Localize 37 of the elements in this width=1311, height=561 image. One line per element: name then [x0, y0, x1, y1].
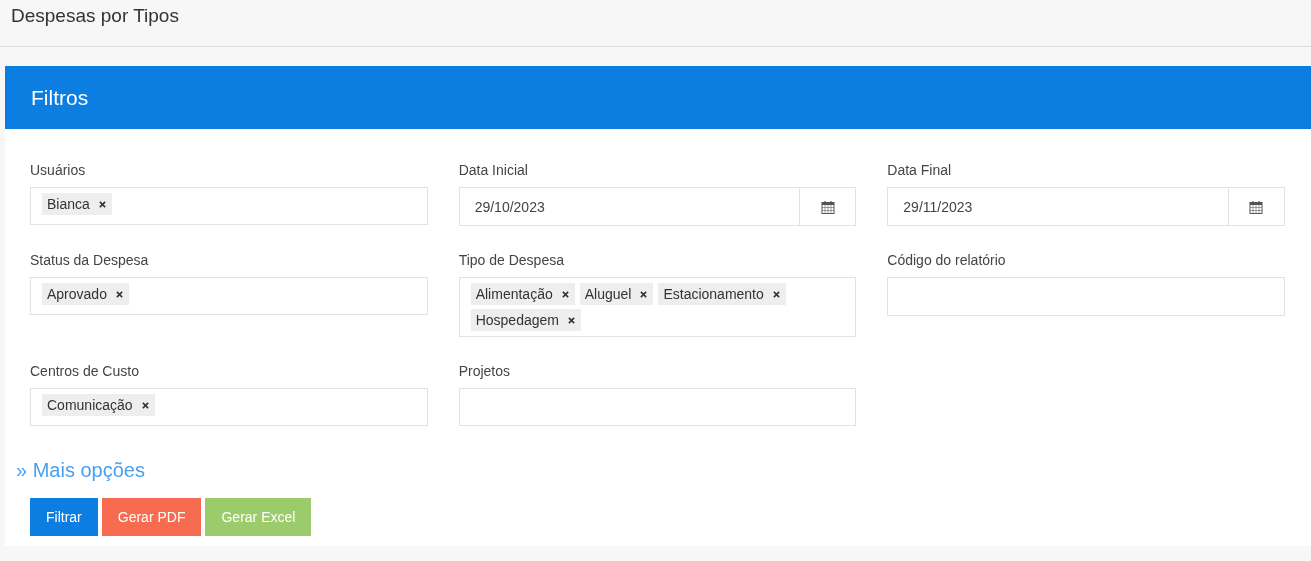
field-label: Data Inicial: [458, 162, 529, 178]
remove-icon[interactable]: [98, 200, 106, 208]
multi-select-field[interactable]: [458, 388, 857, 426]
calendar-icon: [1249, 199, 1264, 214]
tag-label: Estacionamento: [663, 286, 764, 302]
tag-label: Aprovado: [47, 286, 107, 302]
multi-select-field[interactable]: Comunicação: [30, 388, 428, 426]
date-value: 29/10/2023: [473, 197, 546, 217]
tag-label: Aluguel: [584, 286, 632, 302]
date-field[interactable]: 29/10/2023: [458, 187, 857, 226]
remove-icon[interactable]: [141, 401, 149, 409]
field-label: Tipo de Despesa: [458, 252, 565, 268]
field-label: Projetos: [458, 363, 511, 379]
remove-icon[interactable]: [567, 316, 575, 324]
field-label: Status da Despesa: [30, 252, 150, 268]
remove-icon[interactable]: [115, 290, 123, 298]
calendar-icon: [820, 199, 835, 214]
field-label: Data Final: [887, 162, 953, 178]
tag-label: Alimentação: [475, 286, 553, 302]
multi-select-field[interactable]: Bianca: [30, 187, 428, 225]
multi-select-field[interactable]: Alimentação Aluguel Estacionamento Hospedagem: [458, 277, 857, 337]
field-label: Código do relatório: [887, 252, 1007, 268]
panel-title: Filtros: [31, 85, 89, 110]
tag-label: Hospedagem: [475, 312, 559, 328]
remove-icon[interactable]: [561, 290, 569, 298]
page-title: Despesas por Tipos: [11, 5, 179, 27]
remove-icon[interactable]: [640, 290, 648, 298]
date-value: 29/11/2023: [902, 197, 974, 217]
field-label: Centros de Custo: [30, 363, 140, 379]
tag-label: Bianca: [47, 196, 90, 212]
field-label: Usuários: [30, 162, 87, 178]
date-field[interactable]: 29/11/2023: [887, 187, 1285, 226]
remove-icon[interactable]: [772, 290, 780, 298]
tag-label: Comunicação: [47, 397, 133, 413]
text-field[interactable]: [887, 277, 1285, 316]
multi-select-field[interactable]: Aprovado: [30, 277, 428, 315]
filter-button[interactable]: Filtrar: [30, 498, 98, 536]
